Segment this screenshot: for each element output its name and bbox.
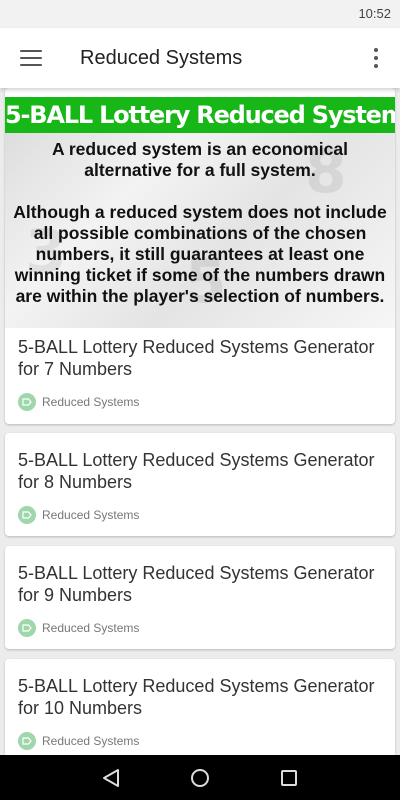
post-card[interactable]: 5-BALL Lottery Reduced Systems Generator… xyxy=(5,433,395,536)
post-card[interactable]: 3 8 5 5-BALL Lottery Reduced Systems Gen… xyxy=(5,88,395,424)
page-title: Reduced Systems xyxy=(80,47,243,69)
category-label: Reduced Systems xyxy=(42,734,140,748)
category-label: Reduced Systems xyxy=(42,508,140,522)
post-title[interactable]: 5-BALL Lottery Reduced Systems Generator… xyxy=(18,562,383,606)
banner-paragraph: A reduced system is an economical altern… xyxy=(52,139,348,180)
banner-paragraph: Although a reduced system does not inclu… xyxy=(13,202,387,306)
status-bar: 10:52 xyxy=(0,0,400,28)
more-vert-icon[interactable] xyxy=(358,36,394,80)
banner-image: 3 8 5 5-BALL Lottery Reduced Systems Gen… xyxy=(5,97,395,328)
label-icon xyxy=(18,393,36,411)
post-title[interactable]: 5-BALL Lottery Reduced Systems Generator… xyxy=(18,336,383,380)
post-title[interactable]: 5-BALL Lottery Reduced Systems Generator… xyxy=(18,449,383,493)
post-card[interactable]: 5-BALL Lottery Reduced Systems Generator… xyxy=(5,546,395,649)
label-icon xyxy=(18,732,36,750)
hamburger-menu-icon[interactable] xyxy=(9,36,53,80)
app-bar: Reduced Systems xyxy=(0,28,400,88)
post-title[interactable]: 5-BALL Lottery Reduced Systems Generator… xyxy=(18,675,383,719)
label-icon xyxy=(18,506,36,524)
category-label: Reduced Systems xyxy=(42,621,140,635)
recents-icon[interactable] xyxy=(269,763,309,793)
post-list[interactable]: 3 8 5 5-BALL Lottery Reduced Systems Gen… xyxy=(0,88,400,755)
status-time: 10:52 xyxy=(358,6,391,21)
banner-title: 5-BALL Lottery Reduced Systems Generator xyxy=(5,97,395,133)
label-icon xyxy=(18,619,36,637)
category-label: Reduced Systems xyxy=(42,395,140,409)
home-icon[interactable] xyxy=(180,763,220,793)
banner-text: A reduced system is an economical altern… xyxy=(11,139,389,307)
post-card[interactable]: 5-BALL Lottery Reduced Systems Generator… xyxy=(5,659,395,755)
system-nav-bar xyxy=(0,755,400,800)
back-icon[interactable] xyxy=(91,763,131,793)
